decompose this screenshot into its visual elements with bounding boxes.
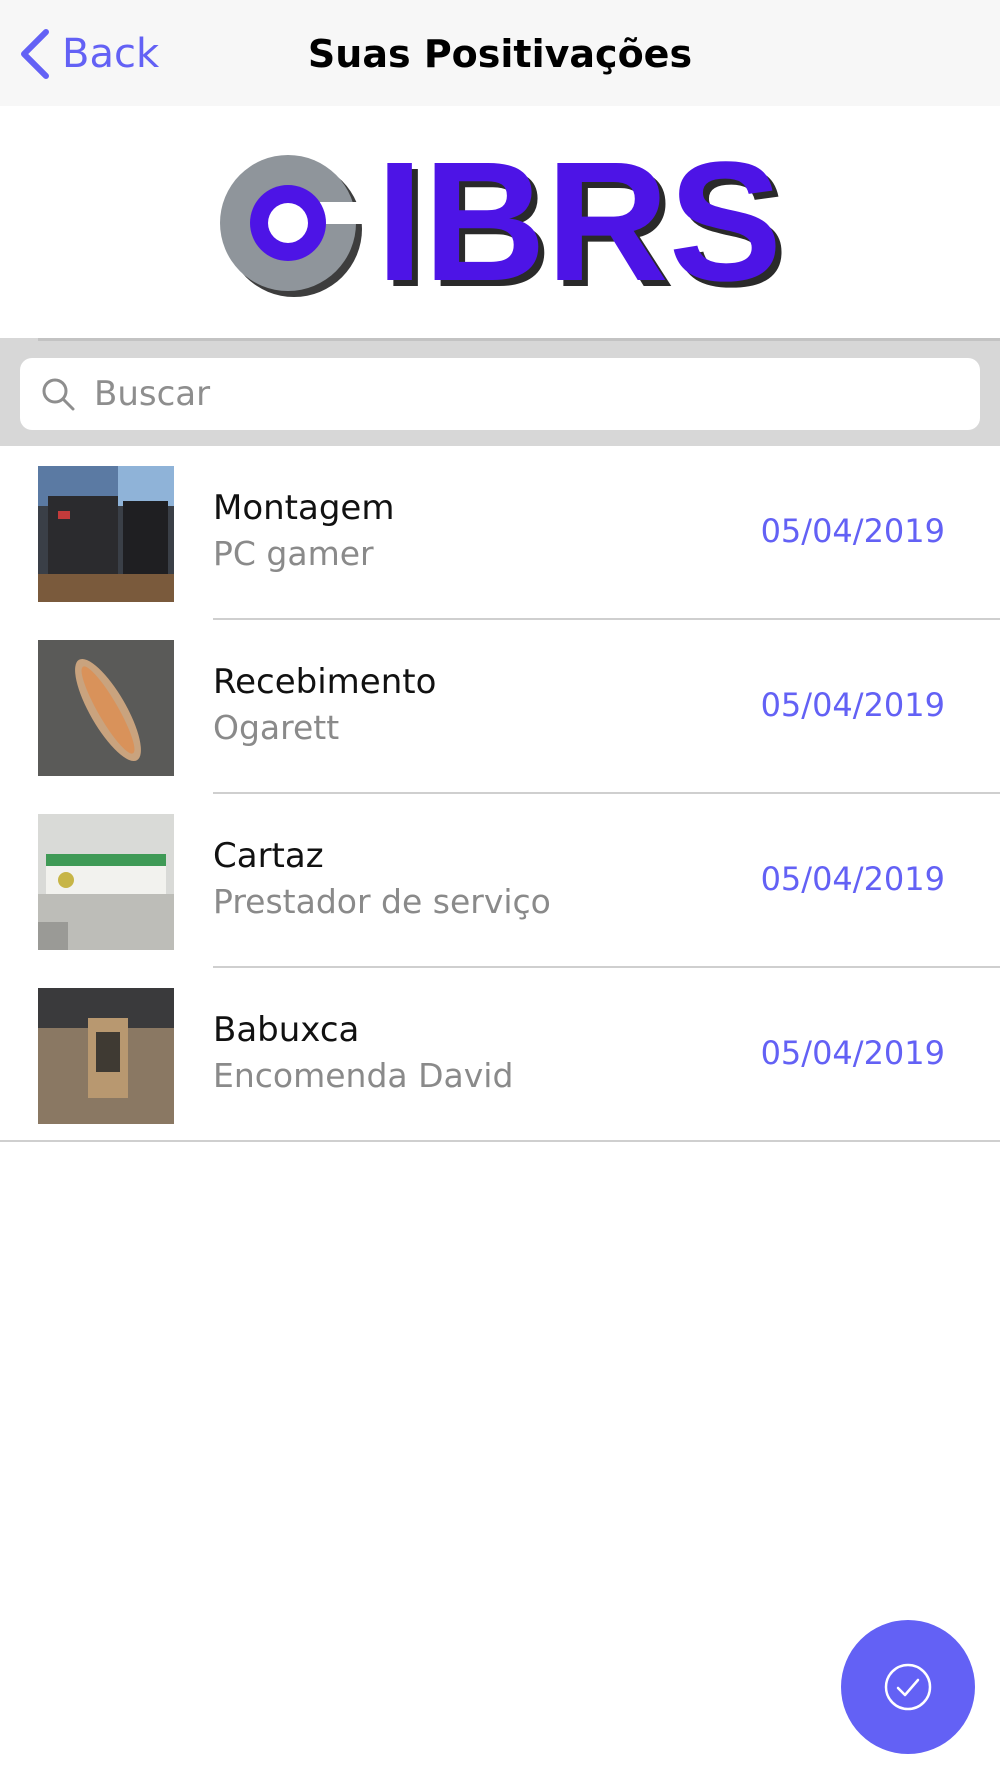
item-subtitle: Ogarett	[213, 708, 340, 747]
divider	[0, 1140, 1000, 1142]
ibrs-logo: IBRS IBRS	[220, 136, 788, 311]
navigation-bar: Back Suas Positivações	[0, 0, 1000, 106]
item-subtitle: PC gamer	[213, 534, 374, 573]
check-circle-icon	[884, 1663, 932, 1711]
page-title: Suas Positivações	[307, 32, 693, 76]
list-item[interactable]: Montagem PC gamer 05/04/2019	[0, 446, 1000, 620]
item-date: 05/04/2019	[760, 860, 945, 898]
item-subtitle: Prestador de serviço	[213, 882, 551, 921]
search-bar-container	[0, 338, 1000, 446]
list-item[interactable]: Recebimento Ogarett 05/04/2019	[0, 620, 1000, 794]
list-item[interactable]: Cartaz Prestador de serviço 05/04/2019	[0, 794, 1000, 968]
search-box[interactable]	[20, 358, 980, 430]
poster-photo	[38, 814, 174, 950]
package-photo	[38, 640, 174, 776]
positivacoes-list: Montagem PC gamer 05/04/2019 Recebimento…	[0, 446, 1000, 1142]
confirm-fab-button[interactable]	[841, 1620, 975, 1754]
item-title: Recebimento	[213, 662, 437, 702]
pc-photo	[38, 466, 174, 602]
search-input[interactable]	[92, 373, 956, 415]
item-title: Babuxca	[213, 1010, 360, 1050]
item-title: Montagem	[213, 488, 395, 528]
logo-text: IBRS	[376, 136, 782, 311]
divider	[38, 338, 1000, 341]
bag-photo	[38, 988, 174, 1124]
item-date: 05/04/2019	[760, 512, 945, 550]
item-date: 05/04/2019	[760, 1034, 945, 1072]
item-title: Cartaz	[213, 836, 324, 876]
search-icon	[42, 378, 75, 411]
item-subtitle: Encomenda David	[213, 1056, 514, 1095]
logo-area: IBRS IBRS	[0, 106, 1000, 338]
item-date: 05/04/2019	[760, 686, 945, 724]
list-item[interactable]: Babuxca Encomenda David 05/04/2019	[0, 968, 1000, 1142]
